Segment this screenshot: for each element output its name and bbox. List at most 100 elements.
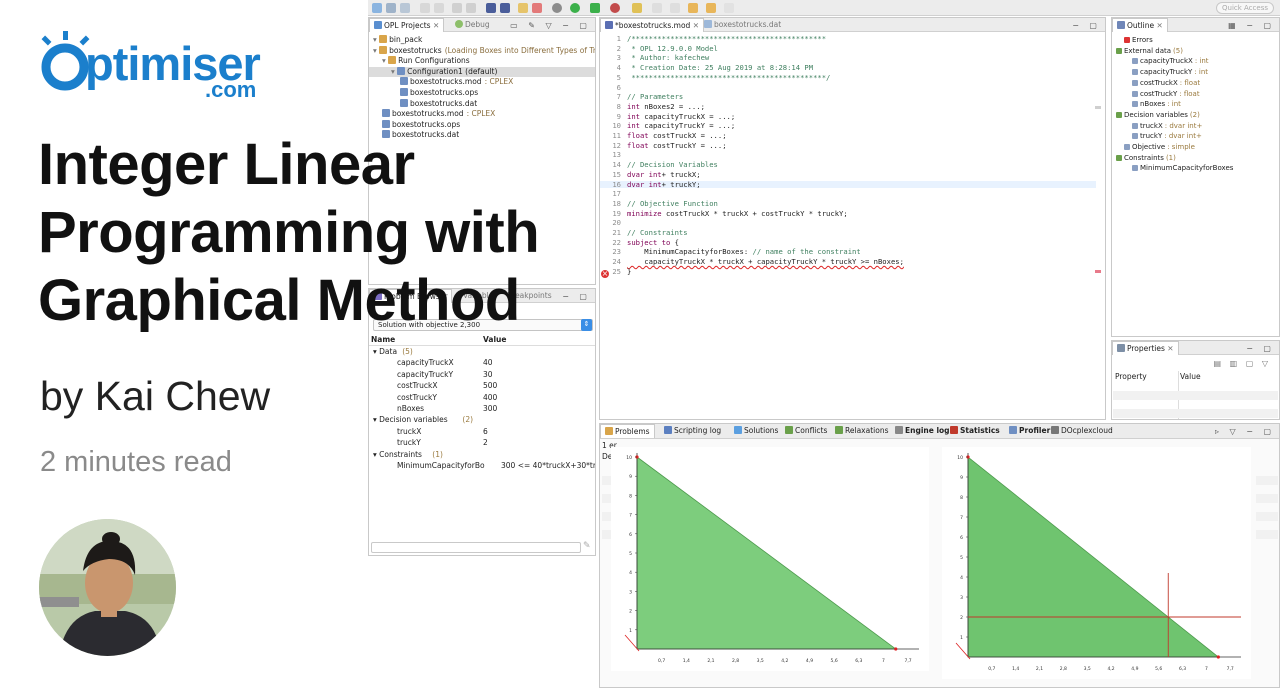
outline-item[interactable]: MinimumCapacityforBoxes: [1132, 163, 1235, 173]
y-tick-label: 10: [957, 455, 963, 461]
row-value: 300: [483, 404, 498, 413]
optimiser-logo[interactable]: ptimiser .com: [38, 30, 268, 110]
row-count: (5): [402, 347, 413, 356]
problem-browser-row[interactable]: truckX 6: [369, 426, 595, 437]
outline-item[interactable]: Objective: simple: [1124, 142, 1195, 152]
save-all-icon[interactable]: [400, 3, 410, 13]
projects-window-controls[interactable]: ▭ ✎ ▽ − ▢: [510, 21, 591, 30]
projects-tabbar: OPL Projects ✕ Debug ▭ ✎ ▽ − ▢: [369, 18, 595, 32]
tab-statistics[interactable]: Statistics: [946, 424, 1004, 438]
title-line-2: Programming with: [38, 200, 540, 265]
outline-tree: Errors External data (5) capacityTruckX: in…: [1112, 32, 1279, 192]
x-tick-label: 0,7: [658, 658, 665, 664]
author-avatar[interactable]: [39, 519, 176, 656]
project-tree-item[interactable]: boxestotrucks.ops: [369, 88, 595, 98]
outline-item[interactable]: Decision variables (2): [1116, 110, 1200, 120]
tab-solutions[interactable]: Solutions: [730, 424, 782, 438]
problem-browser-row[interactable]: ▾ Constraints (1): [369, 449, 595, 460]
project-tree-item[interactable]: boxestotrucks.mod: CPLEX: [369, 109, 595, 119]
run-config-icon[interactable]: [590, 3, 600, 13]
zoom-in-icon[interactable]: [486, 3, 496, 13]
format-icon[interactable]: [518, 3, 528, 13]
problem-browser-row[interactable]: ▾ Decision variables (2): [369, 414, 595, 425]
outline-item[interactable]: capacityTruckX: int: [1132, 56, 1209, 66]
tab-relaxations[interactable]: Relaxations: [831, 424, 892, 438]
next-annotation-icon[interactable]: [652, 3, 662, 13]
tab-debug[interactable]: Debug: [451, 18, 494, 32]
bottom-window-controls[interactable]: ▹ ▽ − ▢: [1215, 427, 1275, 436]
outline-item[interactable]: External data (5): [1116, 46, 1183, 56]
save-icon[interactable]: [386, 3, 396, 13]
external-tools-icon[interactable]: [610, 3, 620, 13]
project-tree-item[interactable]: boxestotrucks.ops: [369, 119, 595, 130]
outline-item[interactable]: truckX: dvar int+: [1132, 121, 1202, 131]
run-icon[interactable]: [570, 3, 580, 13]
tab-icon: [895, 426, 903, 434]
debug-icon[interactable]: [552, 3, 562, 13]
wand-icon[interactable]: [632, 3, 642, 13]
forward-icon[interactable]: [706, 3, 716, 13]
code-text: dvar int+ truckX;: [627, 169, 701, 179]
problem-browser-row[interactable]: costTruckY 400: [369, 392, 595, 403]
tab-mod-file[interactable]: *boxestotrucks.mod ✕: [600, 18, 705, 32]
project-tree-item[interactable]: ▾ Configuration1 (default): [369, 66, 595, 77]
x-tick-label: 0,7: [988, 666, 995, 672]
line-number: 24: [612, 257, 621, 267]
chevron-down-icon[interactable]: ⇕: [581, 319, 592, 331]
code-editor[interactable]: 1 /**************************************…: [600, 35, 1105, 275]
project-tree-item[interactable]: boxestotrucks.dat: [369, 98, 595, 109]
outline-item[interactable]: Errors: [1124, 35, 1155, 45]
undo-icon[interactable]: [420, 3, 430, 13]
new-file-icon[interactable]: [372, 3, 382, 13]
problem-browser-row[interactable]: MinimumCapacityforBo 300 <= 40*truckX+30*…: [369, 460, 595, 471]
tab-docplexcloud[interactable]: DOcplexcloud: [1047, 424, 1117, 438]
zoom-out-icon[interactable]: [500, 3, 510, 13]
properties-toolbar[interactable]: ▤ ▥ ▢ ▽: [1214, 359, 1271, 368]
problem-browser-row[interactable]: costTruckX 500: [369, 380, 595, 391]
project-tree-item[interactable]: ▾ boxestotrucks (Loading Boxes into Diffe…: [369, 45, 595, 56]
history-icon[interactable]: [724, 3, 734, 13]
tab-scripting-log[interactable]: Scripting log: [660, 424, 725, 438]
outline-item[interactable]: costTruckY: float: [1132, 89, 1200, 99]
tab-properties[interactable]: Properties ✕: [1112, 341, 1179, 355]
filter-input[interactable]: [371, 542, 581, 553]
tab-outline[interactable]: Outline ✕: [1112, 18, 1168, 32]
problem-browser-window-controls[interactable]: − ▢: [562, 292, 591, 301]
problem-browser-row[interactable]: capacityTruckX 40: [369, 357, 595, 368]
back-icon[interactable]: [688, 3, 698, 13]
copy-icon[interactable]: [466, 3, 476, 13]
problem-browser-row[interactable]: capacityTruckY 30: [369, 369, 595, 380]
project-tree-item[interactable]: ▾ Run Configurations: [369, 56, 595, 66]
prev-annotation-icon[interactable]: [670, 3, 680, 13]
error-marker-icon[interactable]: ×: [601, 270, 609, 278]
overview-error-mark[interactable]: [1095, 270, 1101, 273]
tab-engine-log[interactable]: Engine log: [891, 424, 954, 438]
cut-icon[interactable]: [452, 3, 462, 13]
editor-window-controls[interactable]: − ▢: [1072, 21, 1101, 30]
quick-access-field[interactable]: Quick Access: [1216, 2, 1274, 14]
outline-item[interactable]: Constraints (1): [1116, 153, 1176, 163]
code-line: 21 // Constraints: [600, 229, 1096, 237]
tab-problems[interactable]: Problems: [600, 424, 655, 438]
overview-mark[interactable]: [1095, 106, 1101, 109]
tab-opl-projects[interactable]: OPL Projects ✕: [369, 18, 445, 32]
project-tree-item[interactable]: ▾ bin_pack: [369, 35, 595, 45]
properties-window-controls[interactable]: − ▢: [1246, 344, 1275, 353]
code-text: int capacityTruckY = ...;: [627, 121, 736, 131]
outline-item[interactable]: capacityTruckY: int: [1132, 67, 1208, 77]
outline-item[interactable]: truckY: dvar int+: [1132, 131, 1202, 141]
author-byline: by Kai Chew: [40, 373, 271, 419]
edit-icon[interactable]: ✎: [583, 541, 591, 551]
outline-window-controls[interactable]: ▦ − ▢: [1228, 21, 1275, 30]
code-line: 17: [600, 190, 1096, 198]
tab-dat-file[interactable]: boxestotrucks.dat: [700, 18, 785, 32]
problem-browser-row[interactable]: truckY 2: [369, 437, 595, 448]
problem-browser-row[interactable]: nBoxes 300: [369, 403, 595, 414]
redo-icon[interactable]: [434, 3, 444, 13]
outline-item[interactable]: costTruckX: float: [1132, 78, 1200, 88]
stop-icon[interactable]: [532, 3, 542, 13]
project-tree-item[interactable]: boxestotrucks.mod: CPLEX: [369, 77, 595, 87]
outline-item[interactable]: nBoxes: int: [1132, 99, 1181, 109]
problem-browser-row[interactable]: ▾ Data (5): [369, 346, 595, 357]
tab-conflicts[interactable]: Conflicts: [781, 424, 831, 438]
